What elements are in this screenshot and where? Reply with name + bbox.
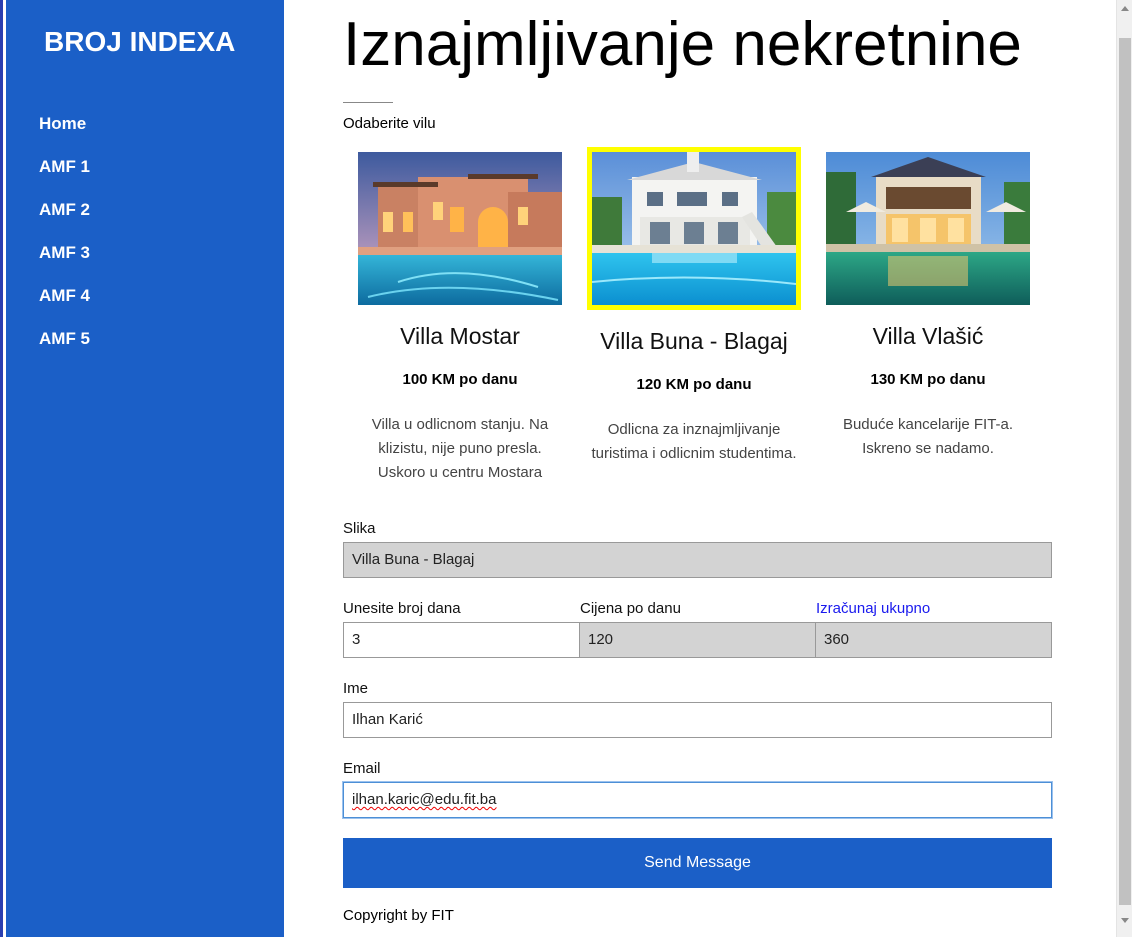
days-input[interactable]: 3 (343, 622, 580, 658)
page: BROJ INDEXA Home AMF 1 AMF 2 AMF 3 AMF 4… (0, 0, 1132, 937)
price-per-day-field[interactable]: 120 (579, 622, 816, 658)
sidebar: BROJ INDEXA Home AMF 1 AMF 2 AMF 3 AMF 4… (6, 0, 284, 937)
nav-item-home[interactable]: Home (39, 112, 90, 155)
villa-name: Villa Vlašić (872, 323, 984, 349)
villa-gallery: Villa Mostar 100 KM po danu Villa u odli… (343, 147, 1051, 502)
name-input[interactable]: Ilhan Karić (343, 702, 1052, 738)
villa-price: 100 KM po danu (402, 371, 518, 388)
title-divider (343, 102, 393, 103)
villa-image-vlasic[interactable] (826, 152, 1030, 305)
days-label: Unesite broj dana (343, 600, 461, 617)
villa-description: Buduće kancelarije FIT-a. Iskreno se nad… (842, 416, 1014, 457)
calculate-total-link[interactable]: Izračunaj ukupno (816, 600, 930, 617)
copyright-text: Copyright by FIT (343, 907, 454, 924)
nav-item-amf1[interactable]: AMF 1 (39, 155, 90, 198)
scroll-thumb[interactable] (1119, 38, 1131, 905)
slika-label: Slika (343, 520, 376, 537)
name-label: Ime (343, 680, 369, 697)
villa-name: Villa Buna - Blagaj (600, 328, 788, 354)
villa-image-mostar[interactable] (358, 152, 562, 305)
villa-name: Villa Mostar (400, 323, 520, 349)
main-content: Iznajmljivanje nekretnine Odaberite vilu (284, 0, 1116, 937)
villa-card: Villa Mostar 100 KM po danu Villa u odli… (343, 147, 577, 485)
villa-description: Odlicna za inznajmljivanje turistima i o… (591, 421, 797, 462)
villa-description: Villa u odlicnom stanju. Na klizistu, ni… (371, 416, 549, 481)
sidebar-nav: Home AMF 1 AMF 2 AMF 3 AMF 4 AMF 5 (39, 112, 90, 370)
villa-price: 120 KM po danu (636, 376, 752, 393)
price-per-day-label: Cijena po danu (580, 600, 681, 617)
choose-villa-label: Odaberite vilu (343, 115, 436, 132)
page-title: Iznajmljivanje nekretnine (343, 10, 1022, 79)
scroll-up-icon[interactable] (1121, 6, 1129, 11)
slika-field[interactable]: Villa Buna - Blagaj (343, 542, 1052, 578)
villa-image-buna-blagaj[interactable] (587, 147, 801, 310)
villa-price: 130 KM po danu (870, 371, 986, 388)
send-message-button[interactable]: Send Message (343, 838, 1052, 888)
brand-title: BROJ INDEXA (44, 26, 236, 57)
total-field[interactable]: 360 (815, 622, 1052, 658)
nav-item-amf3[interactable]: AMF 3 (39, 241, 90, 284)
villa-card: Villa Buna - Blagaj 120 KM po danu Odlic… (577, 147, 811, 466)
nav-item-amf2[interactable]: AMF 2 (39, 198, 90, 241)
villa-card: Villa Vlašić 130 KM po danu Buduće kance… (811, 147, 1045, 461)
vertical-scrollbar[interactable] (1116, 0, 1132, 937)
nav-item-amf5[interactable]: AMF 5 (39, 327, 90, 370)
email-label: Email (343, 760, 381, 777)
email-value: ilhan.karic@edu.fit.ba (352, 791, 497, 808)
scroll-down-icon[interactable] (1121, 918, 1129, 923)
email-input[interactable]: ilhan.karic@edu.fit.ba (343, 782, 1052, 818)
nav-item-amf4[interactable]: AMF 4 (39, 284, 90, 327)
